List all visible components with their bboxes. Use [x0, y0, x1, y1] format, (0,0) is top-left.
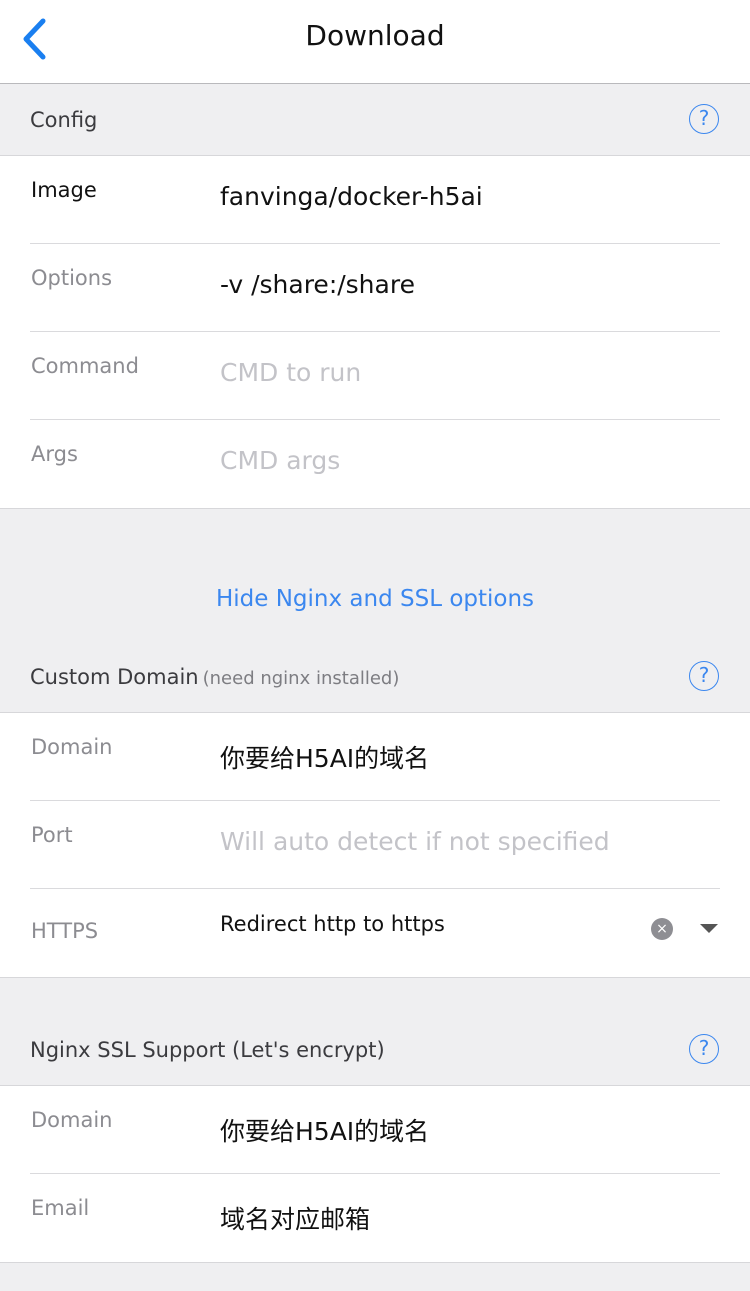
ssl-section-title: Nginx SSL Support (Let's encrypt) — [30, 1038, 385, 1062]
config-help-icon[interactable]: ? — [689, 104, 719, 134]
email-row[interactable]: Email 域名对应邮箱 — [0, 1174, 750, 1262]
ssl-help-icon[interactable]: ? — [689, 1034, 719, 1064]
port-label: Port — [31, 823, 73, 847]
custom-domain-help-icon[interactable]: ? — [689, 661, 719, 691]
cd-domain-row[interactable]: Domain 你要给H5AI的域名 — [0, 713, 750, 801]
image-label: Image — [31, 178, 97, 202]
args-input[interactable]: CMD args — [220, 446, 340, 475]
port-input[interactable]: Will auto detect if not specified — [220, 827, 610, 856]
https-row[interactable]: HTTPS Redirect http to https — [0, 889, 750, 977]
cd-domain-label: Domain — [31, 735, 113, 759]
args-label: Args — [31, 442, 78, 466]
ssl-domain-label: Domain — [31, 1108, 113, 1132]
config-group: Image fanvinga/docker-h5ai Options -v /s… — [0, 156, 750, 509]
options-input[interactable]: -v /share:/share — [220, 270, 415, 299]
custom-domain-group: Domain 你要给H5AI的域名 Port Will auto detect … — [0, 713, 750, 978]
config-section-title: Config — [30, 108, 98, 132]
email-input[interactable]: 域名对应邮箱 — [220, 1200, 370, 1236]
nav-bar: Download — [0, 0, 750, 84]
command-input[interactable]: CMD to run — [220, 358, 361, 387]
cd-domain-input[interactable]: 你要给H5AI的域名 — [220, 739, 429, 775]
hide-nginx-ssl-link[interactable]: Hide Nginx and SSL options — [0, 557, 750, 641]
custom-domain-section-header: Custom Domain (need nginx installed) ? — [0, 641, 750, 713]
options-row[interactable]: Options -v /share:/share — [0, 244, 750, 332]
ssl-group: Domain 你要给H5AI的域名 Email 域名对应邮箱 — [0, 1086, 750, 1263]
ssl-section-header: Nginx SSL Support (Let's encrypt) ? — [0, 1014, 750, 1086]
args-row[interactable]: Args CMD args — [0, 420, 750, 508]
image-input[interactable]: fanvinga/docker-h5ai — [220, 182, 483, 211]
custom-domain-title-text: Custom Domain — [30, 665, 199, 689]
custom-domain-title-note: (need nginx installed) — [202, 668, 400, 689]
options-label: Options — [31, 266, 113, 290]
command-label: Command — [31, 354, 139, 378]
ssl-domain-row[interactable]: Domain 你要给H5AI的域名 — [0, 1086, 750, 1174]
clear-icon[interactable]: × — [651, 918, 673, 940]
ssl-domain-input[interactable]: 你要给H5AI的域名 — [220, 1112, 429, 1148]
custom-domain-section-title: Custom Domain (need nginx installed) — [30, 641, 399, 713]
port-row[interactable]: Port Will auto detect if not specified — [0, 801, 750, 889]
page-title: Download — [305, 19, 445, 52]
https-select[interactable]: Redirect http to https — [220, 912, 445, 936]
command-row[interactable]: Command CMD to run — [0, 332, 750, 420]
email-label: Email — [31, 1196, 90, 1220]
image-row[interactable]: Image fanvinga/docker-h5ai — [0, 156, 750, 244]
https-label: HTTPS — [31, 919, 99, 943]
config-section-header: Config ? — [0, 84, 750, 156]
chevron-down-icon[interactable] — [700, 924, 718, 933]
